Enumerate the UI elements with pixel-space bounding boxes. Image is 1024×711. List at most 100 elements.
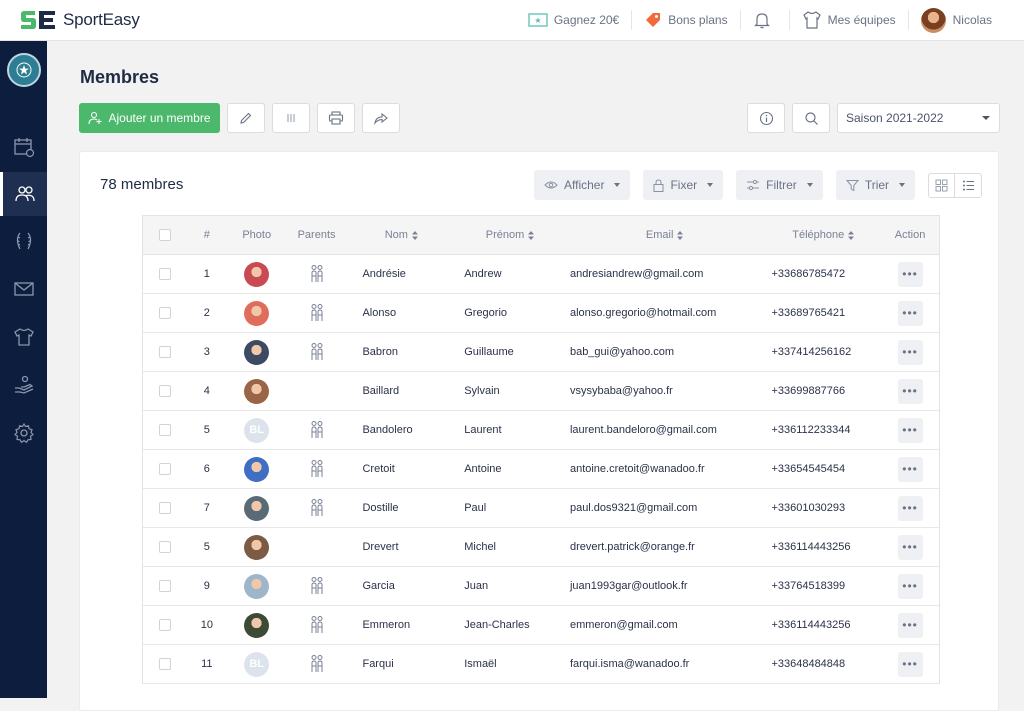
row-email: alonso.gregorio@hotmail.com <box>569 307 717 319</box>
table-row[interactable]: 7 Dostille Paul paul.dos9321@gmail.com +… <box>143 489 939 528</box>
row-num: 4 <box>203 385 210 397</box>
columns-button[interactable] <box>272 103 310 133</box>
notifications-button[interactable] <box>739 10 789 30</box>
row-checkbox[interactable] <box>158 658 171 670</box>
sidebar-item-messages[interactable] <box>0 267 47 311</box>
table-row[interactable]: 1 Andrésie Andrew andresiandrew@gmail.co… <box>143 255 939 294</box>
jersey-icon <box>802 11 821 29</box>
sidebar-item-payments[interactable] <box>0 363 47 407</box>
row-actions-button[interactable]: ••• <box>897 534 923 560</box>
row-actions-button[interactable]: ••• <box>897 456 923 482</box>
row-actions-button[interactable]: ••• <box>897 339 923 365</box>
row-num: 11 <box>201 658 213 670</box>
sidebar-item-calendar[interactable] <box>0 125 47 169</box>
pin-button[interactable]: Fixer <box>643 170 724 200</box>
gear-icon <box>13 422 34 444</box>
avatar <box>920 7 946 33</box>
list-icon <box>962 180 974 190</box>
row-num: 6 <box>203 463 210 475</box>
print-button[interactable] <box>317 103 355 133</box>
row-actions-button[interactable]: ••• <box>897 300 923 326</box>
row-actions-button[interactable]: ••• <box>897 495 923 521</box>
row-actions-button[interactable]: ••• <box>897 261 923 287</box>
funnel-icon <box>845 179 859 191</box>
row-prenom: Ismaël <box>464 658 497 670</box>
tag-icon <box>646 13 661 27</box>
more-icon: ••• <box>902 501 918 515</box>
show-button[interactable]: Afficher <box>534 170 631 200</box>
table-row[interactable]: 6 Cretoit Antoine antoine.cretoit@wanado… <box>143 450 939 489</box>
row-checkbox[interactable] <box>158 385 171 397</box>
avatar <box>244 339 270 365</box>
row-actions-button[interactable]: ••• <box>897 651 923 677</box>
sidebar-item-equipment[interactable] <box>0 315 47 359</box>
logo[interactable]: SportEasy <box>19 10 140 30</box>
header-nom[interactable]: Nom <box>346 229 456 241</box>
season-select[interactable]: Saison 2021-2022 <box>837 103 1000 133</box>
table-row[interactable]: 5 BL Bandolero Laurent laurent.bandeloro… <box>143 411 939 450</box>
sort-label: Trier <box>864 178 890 192</box>
caret-icon <box>899 183 906 187</box>
row-checkbox[interactable] <box>158 424 171 436</box>
deals-link[interactable]: Bons plans <box>631 10 739 30</box>
sort-button[interactable]: Trier <box>835 170 916 200</box>
row-checkbox[interactable] <box>158 619 171 631</box>
share-button[interactable] <box>362 103 400 133</box>
grid-view-button[interactable] <box>929 173 956 197</box>
earn-link[interactable]: ★ Gagnez 20€ <box>516 10 631 30</box>
sidebar-item-members[interactable] <box>0 172 47 216</box>
info-button[interactable] <box>747 103 785 133</box>
sidebar-item-competitions[interactable] <box>0 219 47 263</box>
table-row[interactable]: 4 Baillard Sylvain vsysybaba@yahoo.fr +3… <box>143 372 939 411</box>
edit-button[interactable] <box>227 103 265 133</box>
header-prenom[interactable]: Prénom <box>456 229 564 241</box>
row-checkbox[interactable] <box>158 463 171 475</box>
row-prenom: Laurent <box>464 424 502 436</box>
header-prenom-label: Prénom <box>485 229 525 241</box>
table-row[interactable]: 5 Drevert Michel drevert.patrick@orange.… <box>143 528 939 567</box>
header-email-label: Email <box>645 229 674 241</box>
list-view-button[interactable] <box>955 174 981 197</box>
row-checkbox[interactable] <box>158 268 171 280</box>
header-num: # <box>203 229 210 241</box>
table-row[interactable]: 10 Emmeron Jean-Charles emmeron@gmail.co… <box>143 606 939 645</box>
row-prenom: Juan <box>464 580 489 592</box>
teams-link[interactable]: Mes équipes <box>788 10 908 30</box>
row-nom: Baillard <box>362 385 400 397</box>
row-actions-button[interactable]: ••• <box>897 417 923 443</box>
select-all-checkbox[interactable] <box>158 229 171 241</box>
row-parents <box>287 498 347 518</box>
parents-icon <box>311 577 323 594</box>
row-checkbox[interactable] <box>158 346 171 358</box>
filter-button[interactable]: Filtrer <box>736 170 823 200</box>
header-tel[interactable]: Téléphone <box>765 229 881 241</box>
more-icon: ••• <box>902 384 918 398</box>
row-actions-button[interactable]: ••• <box>897 573 923 599</box>
chevron-down-icon <box>982 116 990 120</box>
row-prenom: Jean-Charles <box>464 619 530 631</box>
row-checkbox[interactable] <box>158 580 171 592</box>
add-member-button[interactable]: Ajouter un membre <box>79 103 220 133</box>
search-button[interactable] <box>792 103 830 133</box>
sliders-icon <box>747 179 760 191</box>
more-icon: ••• <box>902 540 918 554</box>
sidebar-item-settings[interactable] <box>0 411 47 455</box>
row-nom: Alonso <box>362 307 397 319</box>
row-checkbox[interactable] <box>158 307 171 319</box>
club-logo[interactable] <box>6 53 41 87</box>
add-member-label: Ajouter un membre <box>108 111 211 125</box>
row-num: 5 <box>203 424 210 436</box>
earn-label: Gagnez 20€ <box>553 13 620 27</box>
user-menu[interactable]: Nicolas <box>907 7 1004 33</box>
row-checkbox[interactable] <box>158 502 171 514</box>
row-email: bab_gui@yahoo.com <box>569 346 675 358</box>
row-actions-button[interactable]: ••• <box>897 612 923 638</box>
sort-icon <box>848 230 855 240</box>
header-email[interactable]: Email <box>564 229 766 241</box>
table-row[interactable]: 3 Babron Guillaume bab_gui@yahoo.com +33… <box>143 333 939 372</box>
table-row[interactable]: 11 BL Farqui Ismaël farqui.isma@wanadoo.… <box>143 645 939 684</box>
row-checkbox[interactable] <box>158 541 171 553</box>
table-row[interactable]: 9 Garcia Juan juan1993gar@outlook.fr +33… <box>143 567 939 606</box>
table-row[interactable]: 2 Alonso Gregorio alonso.gregorio@hotmai… <box>143 294 939 333</box>
row-actions-button[interactable]: ••• <box>897 378 923 404</box>
